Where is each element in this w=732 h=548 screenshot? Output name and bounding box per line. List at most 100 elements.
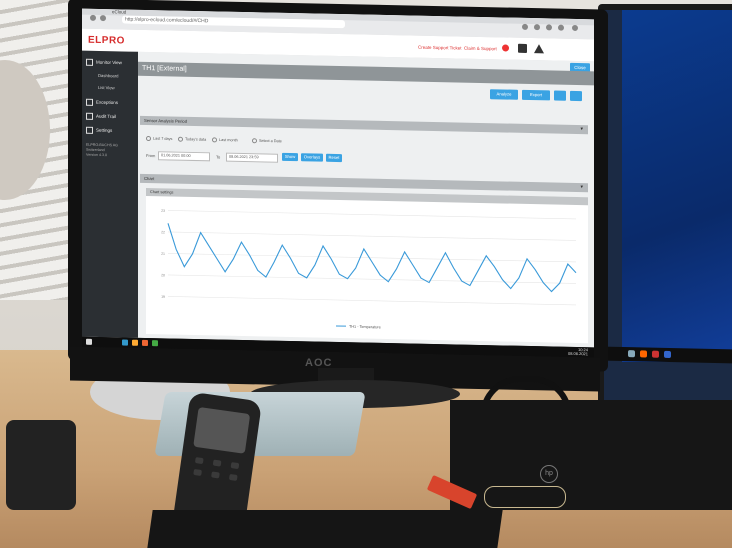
sidebar-item-exceptions[interactable]: Exceptions <box>86 98 119 107</box>
radio-last-month[interactable]: Last month <box>212 137 238 143</box>
gridline <box>168 274 576 284</box>
sidebar-info: ELPRO-BUCHS AG Switzerland Version 4.3.0 <box>86 143 136 159</box>
radio-label: Today's data <box>185 137 207 142</box>
menu-icon[interactable] <box>572 24 578 32</box>
radio-last-7-days[interactable]: Last 7 days <box>146 135 173 142</box>
phone-key <box>194 457 204 465</box>
gridline <box>168 253 576 263</box>
app-icon <box>664 350 671 359</box>
overlays-button[interactable]: Overlays <box>301 153 323 162</box>
photo-scene: AOC eCloud http://elpro-ecloud.com/eclou… <box>0 0 732 548</box>
notification-icon[interactable] <box>502 44 509 52</box>
right-taskbar <box>604 346 732 372</box>
app-icon <box>640 350 647 358</box>
user-icon[interactable] <box>518 43 527 53</box>
y-tick-label: 22 <box>161 230 165 234</box>
phone-dock <box>6 420 76 510</box>
y-tick-label: 23 <box>161 209 165 213</box>
sidebar-item-label: Exceptions <box>96 99 119 106</box>
radio-label: Last 7 days <box>153 136 173 142</box>
edge-icon[interactable] <box>122 339 128 346</box>
phone-screen <box>193 406 251 454</box>
app-icon <box>652 350 659 358</box>
info-line: Version 4.3.0 <box>86 152 107 158</box>
clock-date: 08.06.2021 <box>567 350 588 357</box>
pdf-icon[interactable] <box>554 90 566 101</box>
favorites-icon[interactable] <box>534 24 540 31</box>
to-field[interactable]: 08.06.2021 23:59 <box>226 152 278 163</box>
radio-icon <box>178 136 183 142</box>
elpro-logo: ELPRO <box>88 34 125 47</box>
export-button[interactable]: Export <box>522 89 550 101</box>
claim-link[interactable]: Claim & Support <box>464 46 497 52</box>
page-title: TH1 [External] <box>142 64 187 73</box>
sidebar-item-label: Audit Trail <box>96 113 117 120</box>
monitor-icon <box>86 58 93 66</box>
y-tick-label: 20 <box>161 273 165 277</box>
y-tick-label: 19 <box>161 295 165 299</box>
back-icon[interactable] <box>90 14 96 21</box>
gridline <box>168 231 576 241</box>
reset-button[interactable]: Reset <box>326 153 342 163</box>
desktop-wallpaper <box>622 10 732 362</box>
start-icon[interactable] <box>86 338 92 345</box>
firefox-icon[interactable] <box>142 339 148 347</box>
gridline <box>168 296 576 306</box>
collections-icon[interactable] <box>546 24 552 31</box>
support-link[interactable]: Create Support Ticket <box>418 45 462 51</box>
temperature-chart[interactable]: 19 20 21 22 23 TH1 - Temperature <box>146 196 588 343</box>
phone-key <box>212 459 222 467</box>
radio-icon <box>252 138 257 144</box>
sidebar-item-list-view[interactable]: List View <box>98 85 115 90</box>
analyze-button[interactable]: Analyze <box>490 89 518 100</box>
radio-select-date[interactable]: Select a Date <box>252 138 282 144</box>
hp-logo: hp <box>540 465 558 483</box>
profile-icon[interactable] <box>558 24 564 31</box>
chevron-down-icon: ▾ <box>580 184 583 191</box>
legend-label: TH1 - Temperature <box>349 325 381 330</box>
browser-tab[interactable]: eCloud <box>112 9 126 14</box>
chart-settings-label: Chart settings <box>150 190 174 195</box>
sidebar-item-settings[interactable]: Settings <box>86 126 113 135</box>
phone-key <box>193 468 202 476</box>
app-icon[interactable] <box>152 340 158 347</box>
sidebar-item-label: Monitor View <box>96 59 122 66</box>
radio-today[interactable]: Today's data <box>178 136 207 143</box>
section-label: Chart <box>144 175 155 182</box>
show-button[interactable]: Show <box>282 152 298 162</box>
print-icon[interactable] <box>570 90 582 102</box>
clock[interactable]: 10:24 08.06.2021 <box>567 347 588 357</box>
forward-icon[interactable] <box>100 15 106 22</box>
section-label: Sensor Analysis Period <box>144 117 188 124</box>
radio-icon <box>212 137 217 143</box>
app-icon <box>628 350 635 358</box>
extension-icon[interactable] <box>522 23 528 30</box>
from-field[interactable]: 01.06.2021 00:00 <box>158 151 210 162</box>
phone-key <box>228 473 238 481</box>
right-monitor <box>598 4 732 412</box>
explorer-icon[interactable] <box>132 339 138 346</box>
sidebar-item-monitor-view[interactable]: Monitor View <box>86 58 122 67</box>
gridline <box>168 210 576 220</box>
paper-clips <box>484 486 566 508</box>
page-title-bar: TH1 [External] <box>138 61 594 86</box>
bell-icon <box>86 98 93 106</box>
radio-label: Last month <box>219 138 238 143</box>
main-content: Close TH1 [External] Analyze Export Sens… <box>138 51 594 348</box>
sidebar: Monitor View Dashboard List View Excepti… <box>82 50 138 338</box>
section-time-range[interactable]: Sensor Analysis Period ▾ <box>140 115 588 135</box>
from-label: From <box>146 152 156 159</box>
sidebar-item-label: Settings <box>96 127 113 133</box>
radio-label: Select a Date <box>259 138 282 144</box>
keyboard <box>147 510 503 548</box>
radio-icon <box>146 135 151 142</box>
y-tick-label: 21 <box>161 252 165 256</box>
document-icon <box>86 112 93 120</box>
sidebar-item-dashboard[interactable]: Dashboard <box>98 73 119 78</box>
sidebar-item-audit-trail[interactable]: Audit Trail <box>86 112 117 121</box>
chart-panel: Chart settings 19 20 21 22 23 TH1 - Temperatu… <box>146 187 588 344</box>
warning-icon[interactable] <box>534 44 544 54</box>
phone-key <box>230 462 240 470</box>
gear-icon <box>86 126 93 134</box>
chevron-down-icon: ▾ <box>580 126 583 133</box>
